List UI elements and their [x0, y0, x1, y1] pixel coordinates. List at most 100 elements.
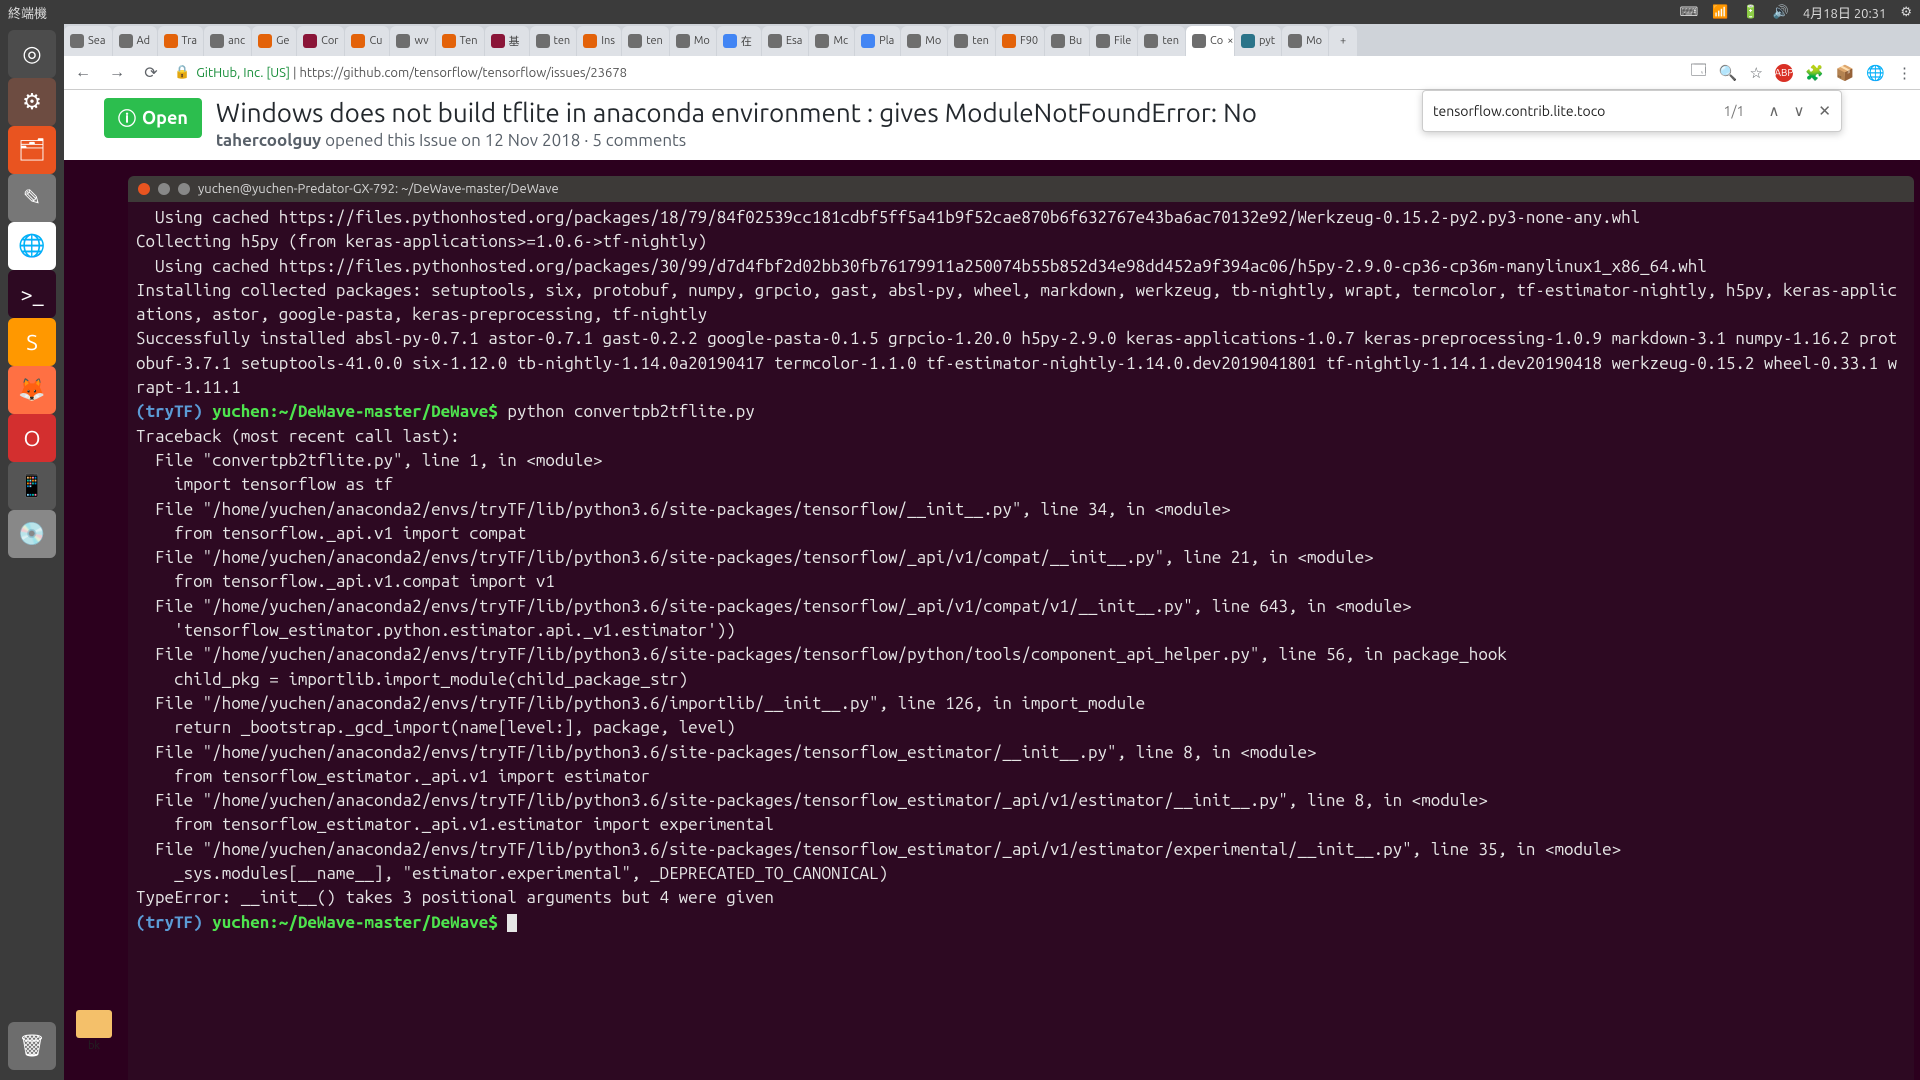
tab-close-icon[interactable]: × — [1227, 35, 1233, 47]
browser-tab[interactable]: 基 — [485, 26, 529, 56]
adblock-icon[interactable]: ABP — [1775, 64, 1793, 82]
launcher-tile[interactable]: S — [8, 318, 56, 366]
favicon — [303, 34, 317, 48]
launcher-tile[interactable]: ◎ — [8, 30, 56, 78]
favicon — [583, 34, 597, 48]
browser-tab[interactable]: Esa — [762, 26, 809, 56]
launcher-dock: ◎⚙🗂✎🌐>_S🦊O📱💿 🗑 — [0, 24, 64, 1080]
find-next-icon[interactable]: ∨ — [1793, 102, 1804, 120]
browser-tab[interactable]: ten — [948, 26, 995, 56]
browser-tab[interactable]: ten — [530, 26, 577, 56]
favicon — [1241, 34, 1255, 48]
issue-opened-text: opened this Issue on 12 Nov 2018 · 5 com… — [325, 131, 686, 150]
favicon — [119, 34, 133, 48]
minimize-icon[interactable] — [158, 183, 170, 195]
favicon — [536, 34, 550, 48]
browser-tab[interactable]: Ten — [436, 26, 484, 56]
tab-label: Co — [1210, 35, 1223, 47]
tab-label: Cu — [369, 35, 382, 47]
browser-tab[interactable]: Cor — [297, 26, 344, 56]
browser-tab[interactable]: Mo — [670, 26, 716, 56]
prompt-path: yuchen:~/DeWave-master/DeWave$ — [212, 402, 498, 421]
browser-tab[interactable]: pyt — [1235, 26, 1281, 56]
find-query[interactable]: tensorflow.contrib.lite.toco — [1433, 103, 1724, 119]
launcher-tile[interactable]: >_ — [8, 270, 56, 318]
prompt-env: (tryTF) — [136, 402, 203, 421]
clock[interactable]: 4月18日 20:31 — [1803, 3, 1887, 22]
favicon — [861, 34, 875, 48]
launcher-tile[interactable]: 💿 — [8, 510, 56, 558]
tab-label: Bu — [1069, 35, 1082, 47]
browser-tab[interactable]: 在 — [717, 26, 761, 56]
browser-tab[interactable]: Mo — [1282, 26, 1328, 56]
omnibox[interactable]: 🔒 GitHub, Inc. [US] | https://github.com… — [174, 65, 1679, 80]
find-prev-icon[interactable]: ∧ — [1768, 102, 1779, 120]
extension-icon[interactable]: 🧩 — [1805, 64, 1824, 82]
battery-icon[interactable]: 🔋 — [1742, 5, 1758, 20]
browser-tab[interactable]: Co × — [1186, 26, 1234, 56]
terminal-cursor — [507, 914, 517, 932]
desktop-folder[interactable]: bk — [76, 1010, 112, 1052]
browser-tab[interactable]: wv — [390, 26, 434, 56]
zoom-icon[interactable]: 🔍 — [1719, 64, 1738, 82]
launcher-tile[interactable]: O — [8, 414, 56, 462]
terminal-titlebar[interactable]: yuchen@yuchen-Predator-GX-792: ~/DeWave-… — [128, 176, 1914, 202]
browser-tab[interactable]: Tra — [158, 26, 204, 56]
indicator-icon[interactable]: 📶 — [1712, 5, 1728, 20]
term-output-install: Using cached https://files.pythonhosted.… — [136, 208, 1897, 397]
back-button[interactable]: ← — [72, 63, 94, 82]
tab-label: ten — [646, 35, 663, 47]
browser-tab[interactable]: Sea — [64, 26, 112, 56]
volume-icon[interactable]: 🔊 — [1773, 5, 1789, 20]
browser-tab[interactable]: Ins — [577, 26, 621, 56]
launcher-tile[interactable]: ⚙ — [8, 78, 56, 126]
launcher-tile[interactable]: 🗂 — [8, 126, 56, 174]
favicon — [491, 34, 505, 48]
issue-author[interactable]: tahercoolguy — [216, 131, 321, 150]
favicon — [907, 34, 921, 48]
terminal-body[interactable]: Using cached https://files.pythonhosted.… — [128, 202, 1914, 939]
tab-label: pyt — [1259, 35, 1275, 47]
browser-tab[interactable]: Ad — [113, 26, 157, 56]
extension-icon[interactable]: 🌐 — [1866, 64, 1885, 82]
browser-tab[interactable]: Pla — [855, 26, 900, 56]
browser-tab[interactable]: anc — [204, 26, 251, 56]
launcher-tile[interactable]: 🦊 — [8, 366, 56, 414]
trash-icon[interactable]: 🗑 — [8, 1022, 56, 1070]
favicon — [1192, 34, 1206, 48]
favicon — [815, 34, 829, 48]
forward-button[interactable]: → — [106, 63, 128, 82]
tab-label: Ins — [601, 35, 615, 47]
browser-tab[interactable]: ten — [622, 26, 669, 56]
launcher-tile[interactable]: 🌐 — [8, 222, 56, 270]
launcher-tile[interactable]: 📱 — [8, 462, 56, 510]
new-tab-button[interactable]: + — [1329, 26, 1357, 56]
maximize-icon[interactable] — [178, 183, 190, 195]
tab-label: Ge — [276, 35, 289, 47]
close-icon[interactable] — [138, 183, 150, 195]
extension-icon[interactable]: 📦 — [1836, 64, 1855, 82]
lock-icon: 🔒 — [174, 65, 190, 80]
favicon — [351, 34, 365, 48]
system-menubar: 終端機 ⌨ 📶 🔋 🔊 4月18日 20:31 ⚙ — [0, 0, 1920, 24]
translate-icon[interactable]: 🗔 — [1691, 60, 1707, 85]
gear-icon[interactable]: ⚙ — [1900, 5, 1912, 20]
tab-label: ten — [1162, 35, 1179, 47]
active-app-name: 終端機 — [8, 3, 47, 22]
browser-tab[interactable]: Mo — [901, 26, 947, 56]
browser-tab[interactable]: File — [1090, 26, 1137, 56]
bookmark-star-icon[interactable]: ☆ — [1749, 64, 1762, 82]
browser-tab[interactable]: Mc — [809, 26, 854, 56]
find-close-icon[interactable]: ✕ — [1818, 102, 1831, 120]
menu-icon[interactable]: ⋮ — [1897, 64, 1912, 82]
browser-tab[interactable]: F90 — [996, 26, 1044, 56]
favicon — [1288, 34, 1302, 48]
browser-tab[interactable]: Bu — [1045, 26, 1089, 56]
browser-tab[interactable]: ten — [1138, 26, 1185, 56]
indicator-icon[interactable]: ⌨ — [1680, 5, 1699, 20]
browser-tab[interactable]: Ge — [252, 26, 296, 56]
launcher-tile[interactable]: ✎ — [8, 174, 56, 222]
reload-button[interactable]: ⟳ — [140, 63, 162, 82]
browser-tab[interactable]: Cu — [345, 26, 389, 56]
browser-toolbar: ← → ⟳ 🔒 GitHub, Inc. [US] | https://gith… — [64, 56, 1920, 90]
